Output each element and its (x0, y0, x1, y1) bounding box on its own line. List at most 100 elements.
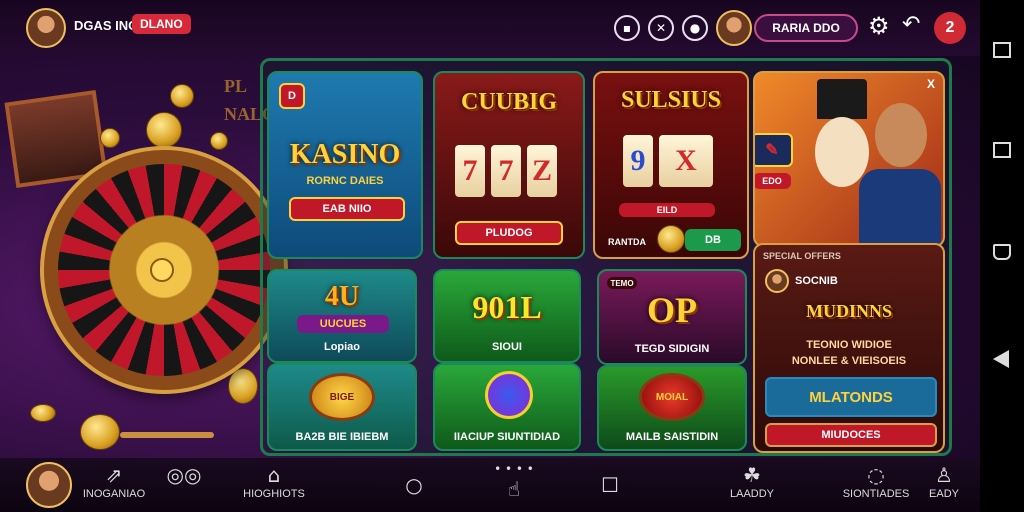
muldins-secondary-button[interactable]: MIUDOCES (765, 423, 937, 447)
recent-apps-icon[interactable] (993, 42, 1011, 58)
muldins-play-button[interactable]: MLATONDS (765, 377, 937, 417)
dots-icon: • • • • (494, 462, 534, 476)
square-icon: ☐ (601, 473, 619, 497)
game-card-muldins[interactable]: SPECIAL OFFERS SOCNIB MUDINNS TEONIO WID… (753, 243, 945, 453)
back-arrow-icon[interactable] (993, 350, 1009, 368)
brand-name: DGAS INO (74, 18, 139, 33)
featured-promo-card[interactable]: ✎ EDO X (753, 71, 945, 247)
gold-coin (657, 225, 685, 253)
muldins-line2: NONLEE & VIEISOEIS (791, 355, 907, 367)
close-icon[interactable]: X (927, 77, 935, 91)
game-card-medal[interactable]: MOIAL MAILB SAISTIDIN (597, 365, 747, 451)
nav-item-laaddy[interactable]: ☘ LAADDY (712, 462, 792, 500)
cuubig-title: CUUBIG (460, 89, 557, 115)
top-hat-character (817, 79, 867, 119)
game-card-cuubig[interactable]: CUUBIG 7 7 Z PLUDOG (433, 71, 585, 259)
nav-item-search[interactable]: ○ (374, 472, 454, 498)
reel-symbol: 7 (491, 145, 521, 197)
nav-item-hioghiots[interactable]: ⌂ HIOGHIOTS (234, 462, 314, 500)
muldins-header: SPECIAL OFFERS (763, 251, 841, 261)
sulsius-reels: 9 X (623, 135, 713, 187)
cuubig-reels: 7 7 Z (455, 145, 557, 197)
top-bar: DGAS INO DLANO ▪ ✕ ● RARIA DDO ⚙ ↶ 2 (0, 0, 980, 56)
gold-coin (146, 112, 182, 148)
nav-label: HIOGHIOTS (243, 488, 305, 500)
spin-emblem (485, 371, 533, 419)
nav-label: LAADDY (729, 488, 775, 500)
reel-symbol: Z (527, 145, 557, 197)
nav-label: EADY (929, 488, 959, 500)
sulsius-footer-left: RANTDA (608, 237, 646, 247)
support-icon[interactable]: ✕ (648, 15, 674, 41)
back-icon[interactable]: ↶ (902, 12, 920, 37)
muldins-title: MUDINNS (805, 301, 892, 321)
game-card-kasino[interactable]: D KASINO RORNC DAIES EAB NIIO (267, 71, 423, 259)
gesture-icon: ☝ (507, 477, 521, 501)
nav-item-gesture[interactable]: • • • • ☝ (474, 462, 554, 502)
profile-name-button[interactable]: RARIA DDO (754, 14, 858, 42)
game-card-op[interactable]: TEMO OP TEGD SIDIGIN (597, 269, 747, 365)
people-icon: ☘ (743, 463, 761, 487)
sulsius-play-button[interactable]: DB (685, 229, 741, 251)
gold-coin (228, 368, 258, 404)
reel-symbol: 9 (623, 135, 653, 187)
medal-emblem: MOIAL (639, 373, 705, 421)
user-avatar[interactable] (26, 8, 66, 48)
bottom-nav: ⇗ INOGANIAO ◎◎ ⌂ HIOGHIOTS ○ • • • • ☝ ☐… (0, 458, 980, 512)
wallet-icon[interactable]: ▪ (614, 15, 640, 41)
casino-lobby-screen: PL NALO DGAS INO DLANO ▪ ✕ ● RARIA DDO ⚙… (0, 0, 980, 512)
search-icon: ○ (405, 473, 423, 497)
person-icon: ♙ (935, 463, 953, 487)
spin-label: IIACIUP SIUNTIDIAD (453, 431, 561, 443)
player-avatar (765, 269, 789, 293)
kasino-play-button[interactable]: EAB NIIO (289, 197, 405, 221)
nav-item-square[interactable]: ☐ (570, 472, 650, 498)
game-card-sulsius[interactable]: SULSIUS 9 X EILD RANTDA DB (593, 71, 749, 259)
character-body (859, 169, 941, 245)
gear-icon[interactable]: ⚙ (868, 12, 890, 40)
nav-item-cards[interactable]: ◎◎ (144, 462, 224, 488)
nav-item-eady[interactable]: ♙ EADY (904, 462, 980, 500)
gold-coin (100, 128, 120, 148)
notification-badge[interactable]: 2 (934, 12, 966, 44)
gold-coin (30, 404, 56, 422)
overview-icon[interactable] (993, 142, 1011, 158)
brand-badge[interactable]: DLANO (132, 14, 191, 34)
op-title: OP (647, 290, 697, 330)
muldins-line1: TEONIO WIDIOE (806, 339, 892, 351)
games-panel: D KASINO RORNC DAIES EAB NIIO CUUBIG 7 7… (260, 58, 952, 456)
kasino-title: KASINO (289, 139, 401, 170)
nav-item-inoganiao[interactable]: ⇗ INOGANIAO (74, 462, 154, 500)
roulette-stick (120, 432, 214, 438)
game-card-901l[interactable]: 901L SIOUI (433, 269, 581, 363)
chat-icon[interactable]: ● (682, 15, 708, 41)
lucky-label: Lopiao (323, 341, 361, 353)
sulsius-bar: EILD (619, 203, 715, 217)
bottom-user-avatar[interactable] (26, 462, 72, 508)
lucky-title: 4U (324, 281, 360, 312)
901l-title: 901L (472, 289, 542, 325)
home-button-icon[interactable] (993, 244, 1011, 260)
nav-label: INOGANIAO (82, 488, 146, 500)
share-icon: ⇗ (105, 463, 123, 487)
cuubig-play-button[interactable]: PLUDOG (455, 221, 563, 245)
game-card-bonus[interactable]: BIGE BA2B BIE IBIEBM (267, 363, 417, 451)
featured-side-button[interactable]: ✎ (755, 133, 793, 167)
cards-icon: ◎◎ (166, 463, 202, 487)
bonus-label: BA2B BIE IBIEBM (295, 431, 389, 443)
profile-avatar[interactable] (716, 10, 752, 46)
featured-side-label[interactable]: EDO (755, 173, 791, 189)
character-face (815, 117, 869, 187)
kasino-badge: D (279, 83, 305, 109)
character-face (875, 103, 927, 167)
medal-label: MAILB SAISTIDIN (625, 431, 719, 443)
featured-side-icon: ✎ (765, 142, 779, 159)
game-card-lucky[interactable]: 4U UUCUES Lopiao (267, 269, 417, 363)
lucky-badge: UUCUES (297, 315, 389, 333)
game-card-spin[interactable]: IIACIUP SIUNTIDIAD (433, 363, 581, 451)
gold-coin (210, 132, 228, 150)
kasino-subtitle: RORNC DAIES (306, 175, 384, 187)
muldins-player: SOCNIB (795, 275, 838, 287)
android-system-nav (980, 0, 1024, 512)
reel-symbol: X (659, 135, 713, 187)
